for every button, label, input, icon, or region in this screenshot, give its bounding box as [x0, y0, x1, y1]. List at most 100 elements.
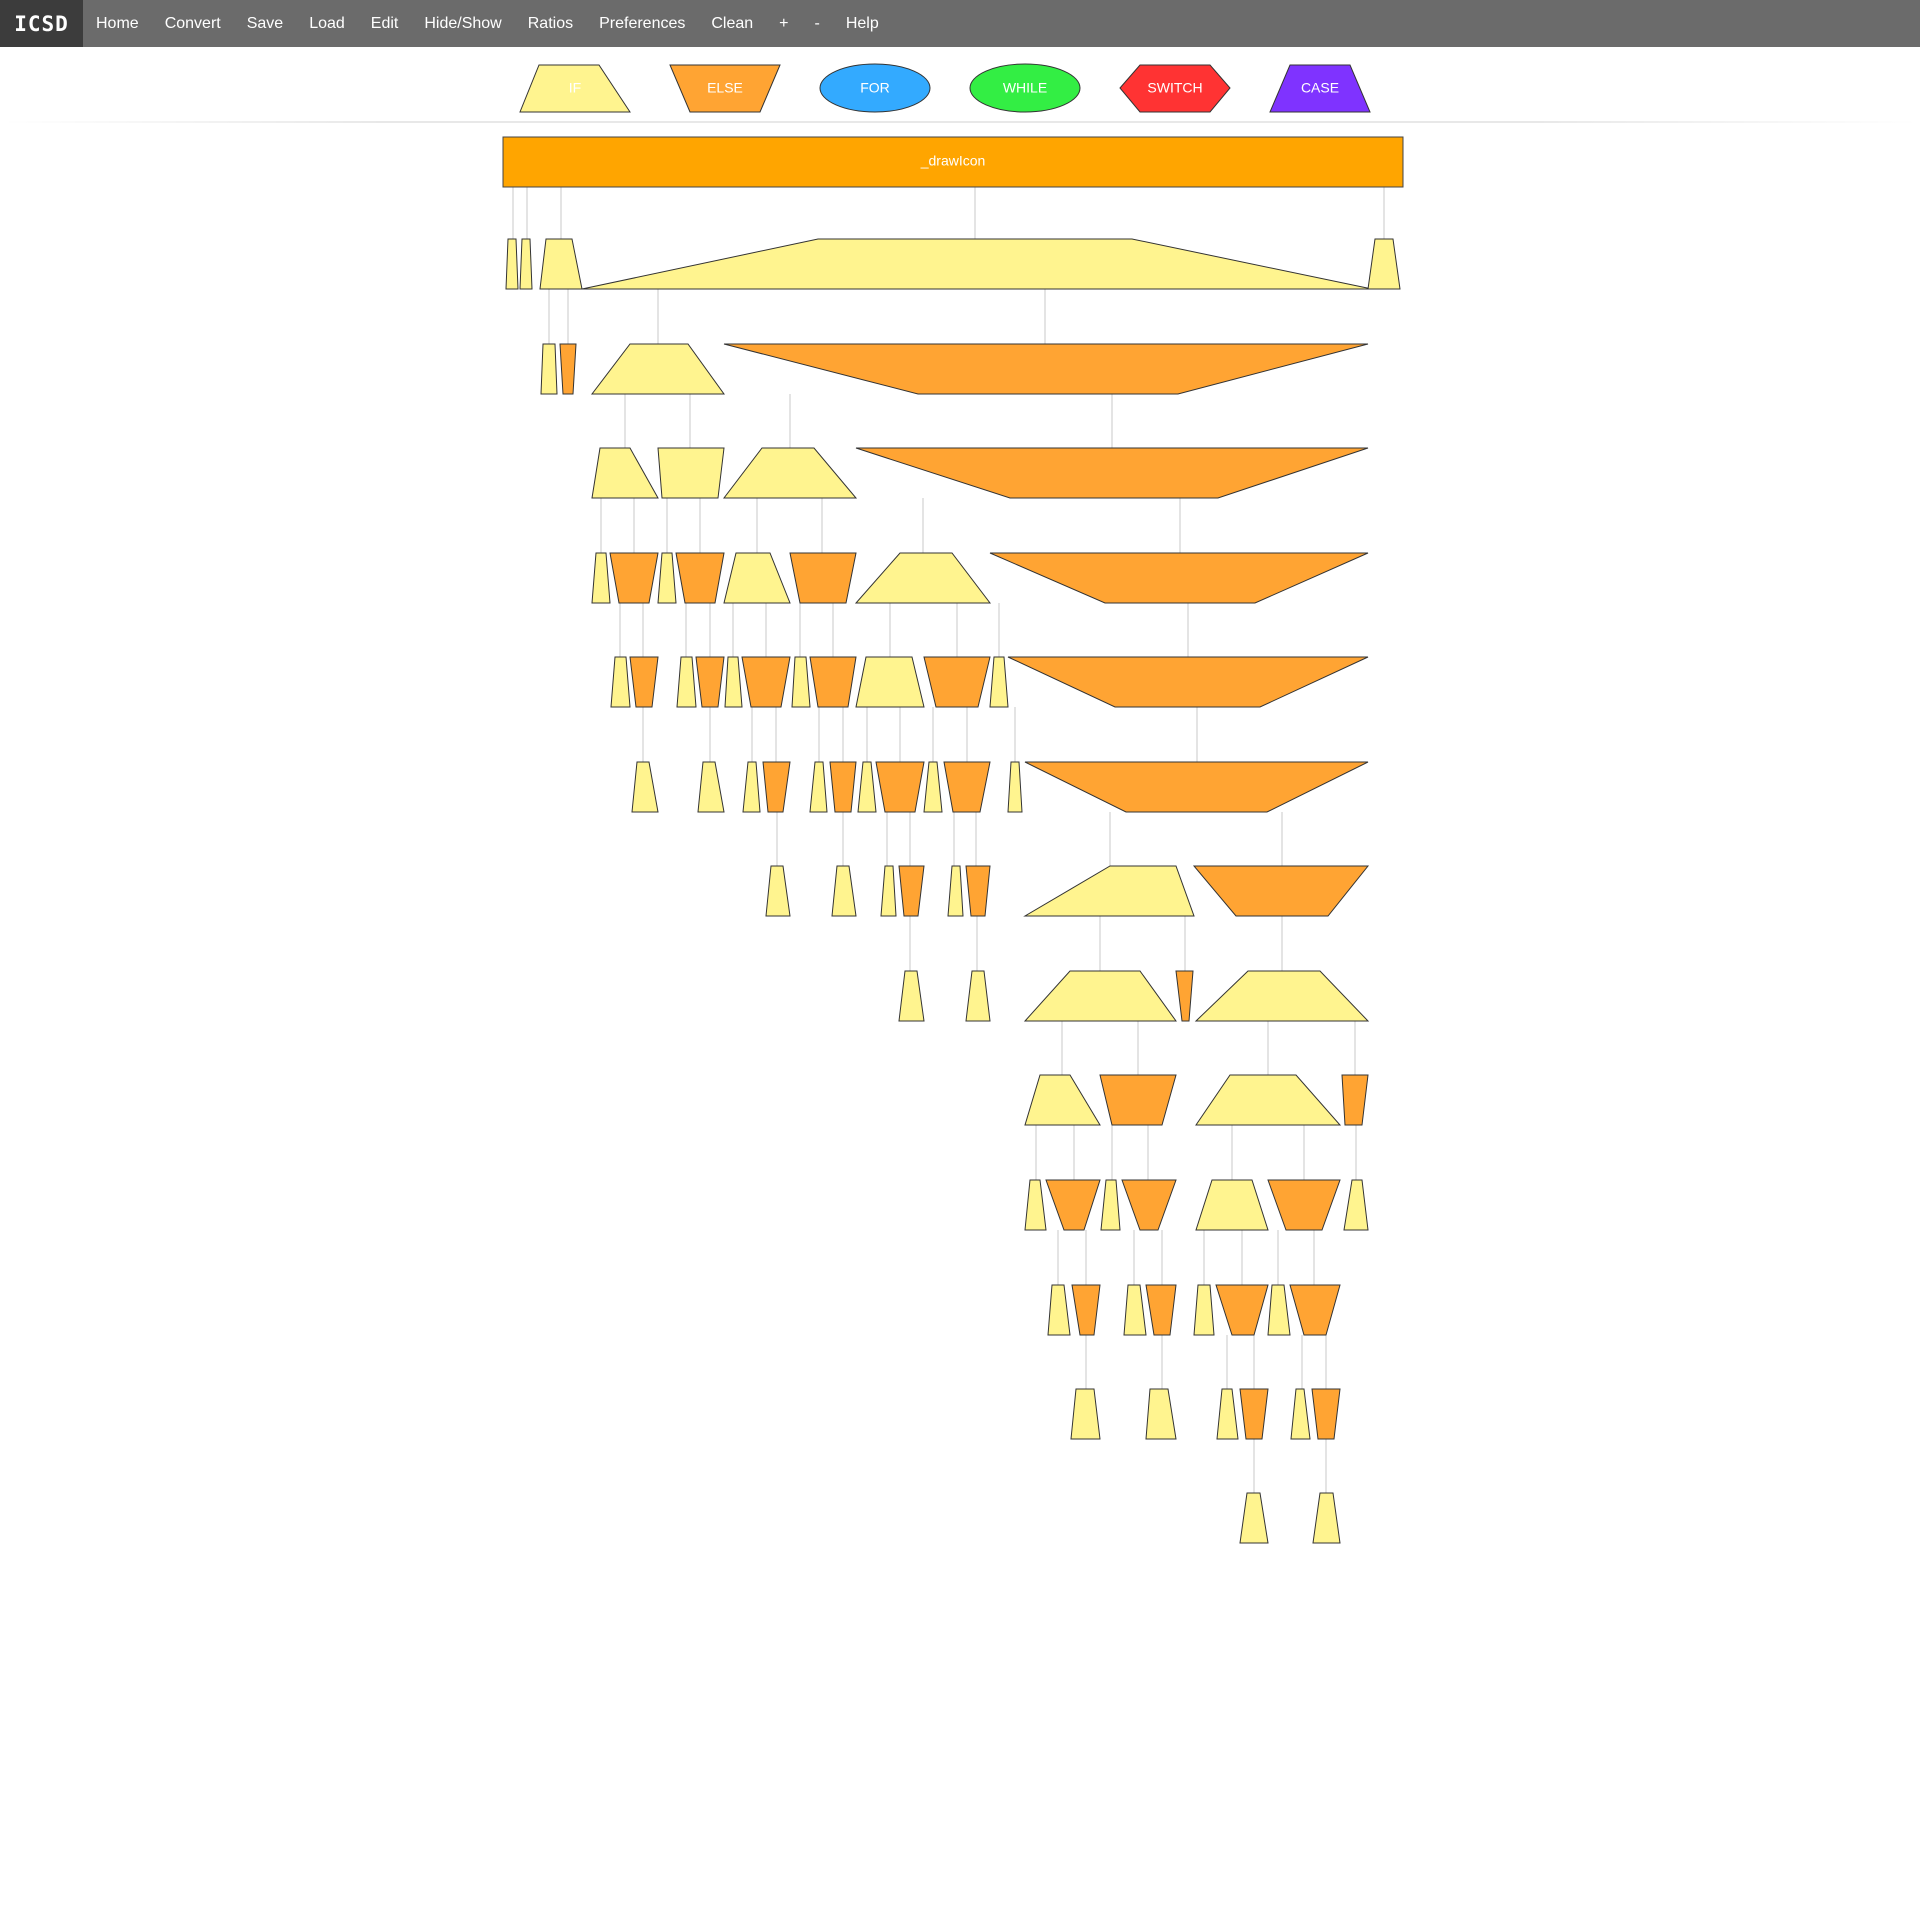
else-block[interactable] [1145, 1284, 1177, 1336]
else-block[interactable] [1289, 1284, 1341, 1336]
if-block[interactable] [898, 970, 925, 1022]
if-block[interactable] [855, 656, 925, 708]
if-block[interactable] [631, 761, 659, 813]
else-block[interactable] [629, 656, 659, 708]
if-block[interactable] [676, 656, 697, 708]
if-block[interactable] [854, 552, 992, 604]
else-block[interactable] [1024, 761, 1369, 813]
menu-ratios[interactable]: Ratios [515, 0, 586, 47]
menu-load[interactable]: Load [296, 0, 358, 47]
if-block[interactable] [519, 238, 533, 290]
if-block[interactable] [880, 865, 897, 917]
if-block[interactable] [1007, 761, 1023, 813]
function-node[interactable]: _drawIcon [502, 136, 1404, 188]
else-block[interactable] [1192, 865, 1370, 917]
else-block[interactable] [559, 343, 577, 395]
legend-if[interactable]: IF [519, 64, 631, 113]
if-block[interactable] [1194, 970, 1370, 1022]
menu-convert[interactable]: Convert [152, 0, 234, 47]
else-block[interactable] [965, 865, 991, 917]
menu-home[interactable]: Home [83, 0, 152, 47]
if-block[interactable] [742, 761, 761, 813]
else-block[interactable] [829, 761, 857, 813]
if-block[interactable] [724, 656, 743, 708]
menu-save[interactable]: Save [234, 0, 296, 47]
menu-clean[interactable]: Clean [698, 0, 766, 47]
else-block[interactable] [695, 656, 725, 708]
if-block[interactable] [1145, 1388, 1177, 1440]
menu-preferences[interactable]: Preferences [586, 0, 698, 47]
if-block[interactable] [1195, 1179, 1269, 1231]
if-block[interactable] [540, 343, 558, 395]
if-block[interactable] [1290, 1388, 1311, 1440]
else-block[interactable] [723, 343, 1369, 395]
else-block[interactable] [789, 552, 857, 604]
else-block[interactable] [1175, 970, 1194, 1022]
legend-switch[interactable]: SWITCH [1119, 64, 1231, 113]
else-block[interactable] [855, 447, 1369, 499]
if-block[interactable] [1047, 1284, 1071, 1336]
if-block[interactable] [1024, 1179, 1047, 1231]
if-block[interactable] [809, 761, 828, 813]
if-block[interactable] [965, 970, 991, 1022]
else-block[interactable] [1099, 1074, 1177, 1126]
if-block[interactable] [591, 552, 611, 604]
if-block[interactable] [1239, 1492, 1269, 1544]
legend-else[interactable]: ELSE [669, 64, 781, 113]
if-block[interactable] [947, 865, 964, 917]
if-block[interactable] [857, 761, 877, 813]
if-block[interactable] [590, 343, 725, 395]
else-block[interactable] [1121, 1179, 1177, 1231]
else-block[interactable] [989, 552, 1369, 604]
else-block[interactable] [741, 656, 791, 708]
if-block[interactable] [765, 865, 791, 917]
if-block[interactable] [591, 447, 659, 499]
menu-zoom-in[interactable]: + [766, 0, 801, 47]
if-block[interactable] [1023, 970, 1177, 1022]
else-block[interactable] [675, 552, 725, 604]
app-logo[interactable]: ICSD [0, 0, 83, 47]
menu-zoom-out[interactable]: - [802, 0, 833, 47]
else-block[interactable] [1239, 1388, 1269, 1440]
if-block[interactable] [1024, 1074, 1101, 1126]
if-block[interactable] [989, 656, 1009, 708]
if-block[interactable] [831, 865, 857, 917]
if-block[interactable] [697, 761, 725, 813]
else-block[interactable] [875, 761, 925, 813]
else-block[interactable] [923, 656, 991, 708]
if-block[interactable] [657, 447, 725, 499]
else-block[interactable] [1071, 1284, 1101, 1336]
if-block[interactable] [1100, 1179, 1121, 1231]
if-block[interactable] [581, 238, 1373, 290]
else-block[interactable] [1267, 1179, 1341, 1231]
if-block[interactable] [923, 761, 943, 813]
legend-case[interactable]: CASE [1269, 64, 1371, 113]
if-block[interactable] [505, 238, 519, 290]
legend-for[interactable]: FOR [819, 63, 931, 113]
if-block[interactable] [1367, 238, 1401, 290]
menu-hide-show[interactable]: Hide/Show [411, 0, 514, 47]
else-block[interactable] [1045, 1179, 1101, 1231]
if-block[interactable] [1070, 1388, 1101, 1440]
else-block[interactable] [1341, 1074, 1369, 1126]
else-block[interactable] [1311, 1388, 1341, 1440]
if-block[interactable] [1312, 1492, 1341, 1544]
if-block[interactable] [657, 552, 677, 604]
if-block[interactable] [610, 656, 631, 708]
else-block[interactable] [943, 761, 991, 813]
else-block[interactable] [609, 552, 659, 604]
if-block[interactable] [1343, 1179, 1369, 1231]
legend-while[interactable]: WHILE [969, 63, 1081, 113]
if-block[interactable] [1023, 865, 1195, 917]
else-block[interactable] [898, 865, 925, 917]
if-block[interactable] [1123, 1284, 1147, 1336]
if-block[interactable] [539, 238, 583, 290]
if-block[interactable] [791, 656, 811, 708]
if-block[interactable] [1193, 1284, 1215, 1336]
if-block[interactable] [1195, 1074, 1342, 1126]
else-block[interactable] [1215, 1284, 1269, 1336]
if-block[interactable] [1267, 1284, 1291, 1336]
else-block[interactable] [809, 656, 857, 708]
if-block[interactable] [723, 552, 791, 604]
menu-edit[interactable]: Edit [358, 0, 412, 47]
